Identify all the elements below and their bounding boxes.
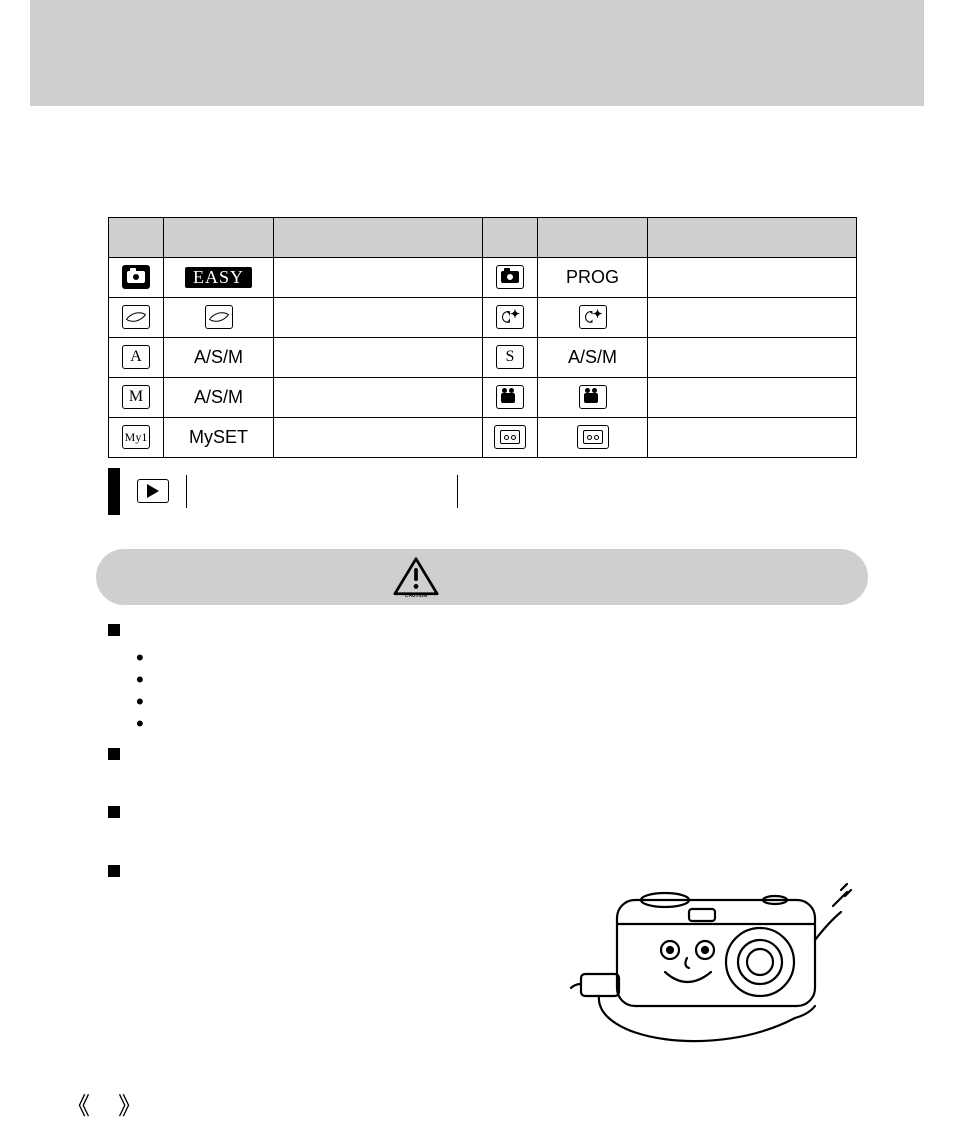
col-h: Menu xyxy=(164,217,274,257)
table-row: EASY Easy shot mode PROG Program mode xyxy=(109,257,857,297)
svg-text:CAUTION: CAUTION xyxy=(405,593,428,597)
menu-label: A/S/M xyxy=(538,337,648,377)
caution-text: When the LCD panel indicates that the ba… xyxy=(134,801,854,851)
play-mode-table: PLAY MODE xyxy=(108,468,458,515)
letter-a-icon: A xyxy=(122,345,150,369)
col-h: Icon xyxy=(109,217,164,257)
caution-item: Never open the battery chamber cover or … xyxy=(108,743,868,793)
letter-s-icon: S xyxy=(496,345,524,369)
desc: Voice recording mode xyxy=(648,417,857,457)
square-bullet-icon xyxy=(108,806,120,818)
caution-text: In any of these circumstances, all image… xyxy=(134,860,564,910)
desc: User set mode xyxy=(274,417,483,457)
col-h: Explanation xyxy=(274,217,483,257)
col-h: Icon xyxy=(483,217,538,257)
night-icon: ✦ xyxy=(496,305,524,329)
camera-icon xyxy=(122,265,150,289)
caution-sublist: •Misuse of the camera. •Modification or … xyxy=(136,648,868,735)
desc: Manual mode xyxy=(274,377,483,417)
caution-text: Never open the battery chamber cover or … xyxy=(134,743,868,793)
caution-subtext: Connecting non-standard peripheral equip… xyxy=(154,714,639,734)
movie-icon xyxy=(579,385,607,409)
caution-item: We cannot be held responsible in any way… xyxy=(108,619,868,644)
easy-badge: EASY xyxy=(185,267,252,288)
page-title: Camera working mode xyxy=(70,28,884,67)
caution-subtext: Misuse of the camera. xyxy=(154,648,321,668)
caution-label: CAUTION xyxy=(445,561,570,592)
movie-icon xyxy=(496,385,524,409)
table-row: Macro mode ✦ ✦ Night scene mode xyxy=(109,297,857,337)
menu-label: PROG xyxy=(538,257,648,297)
desc: Program mode xyxy=(648,257,857,297)
leaf-icon xyxy=(205,305,233,329)
bracket-left-icon xyxy=(66,1086,90,1121)
desc: Movie clip mode xyxy=(648,377,857,417)
square-bullet-icon xyxy=(108,748,120,760)
play-icon xyxy=(137,479,169,503)
modes-table: Icon Menu Explanation Icon Menu Explanat… xyxy=(108,217,857,458)
lead-text: You can select the desired working mode … xyxy=(96,122,868,178)
table-row: A A/S/M Aperture priority mode S A/S/M S… xyxy=(109,337,857,377)
caution-item: When the LCD panel indicates that the ba… xyxy=(108,801,868,851)
bracket-right-icon xyxy=(118,1086,142,1121)
desc: Shutter priority mode xyxy=(648,337,857,377)
camera-icon xyxy=(496,265,524,289)
tape-icon xyxy=(577,425,609,449)
menu-label: MySET xyxy=(164,417,274,457)
section-heading: Selecting camera mode xyxy=(96,188,868,211)
desc: Easy shot mode xyxy=(274,257,483,297)
caution-bar: CAUTION CAUTION xyxy=(96,549,868,605)
caution-list: We cannot be held responsible in any way… xyxy=(108,619,868,910)
desc: Night scene mode xyxy=(648,297,857,337)
tape-icon xyxy=(494,425,526,449)
night-icon: ✦ xyxy=(579,305,607,329)
section-title: Selecting camera mode xyxy=(120,188,330,211)
desc: Macro mode xyxy=(274,297,483,337)
caution-subtext: Modification or attempted repair of the … xyxy=(154,670,713,690)
col-h: Explanation xyxy=(648,217,857,257)
letter-m-icon: M xyxy=(122,385,150,409)
caution-text: We cannot be held responsible in any way… xyxy=(134,619,825,644)
page-number: 20 xyxy=(94,1098,114,1119)
section-header: Camera working mode xyxy=(30,0,924,106)
camera-illustration xyxy=(565,870,865,1050)
table-row: M A/S/M Manual mode Movie clip mode xyxy=(109,377,857,417)
my1-icon: My1 xyxy=(122,425,150,449)
caution-subtext: Exchanging the memory card while the cam… xyxy=(154,692,777,712)
leaf-icon xyxy=(122,305,150,329)
col-h: Menu xyxy=(538,217,648,257)
page-footer: 20 xyxy=(66,1086,142,1121)
table-header-row: Icon Menu Explanation Icon Menu Explanat… xyxy=(109,217,857,257)
table-row: My1 MySET User set mode Voice recording … xyxy=(109,417,857,457)
play-icon-cell xyxy=(114,471,186,511)
square-bullet-icon xyxy=(108,624,120,636)
play-label: PLAY MODE xyxy=(186,471,458,511)
caution-icon: CAUTION xyxy=(393,557,439,597)
bullet-dot xyxy=(96,194,106,204)
menu-label: A/S/M xyxy=(164,337,274,377)
desc: Aperture priority mode xyxy=(274,337,483,377)
menu-label: A/S/M xyxy=(164,377,274,417)
square-bullet-icon xyxy=(108,865,120,877)
